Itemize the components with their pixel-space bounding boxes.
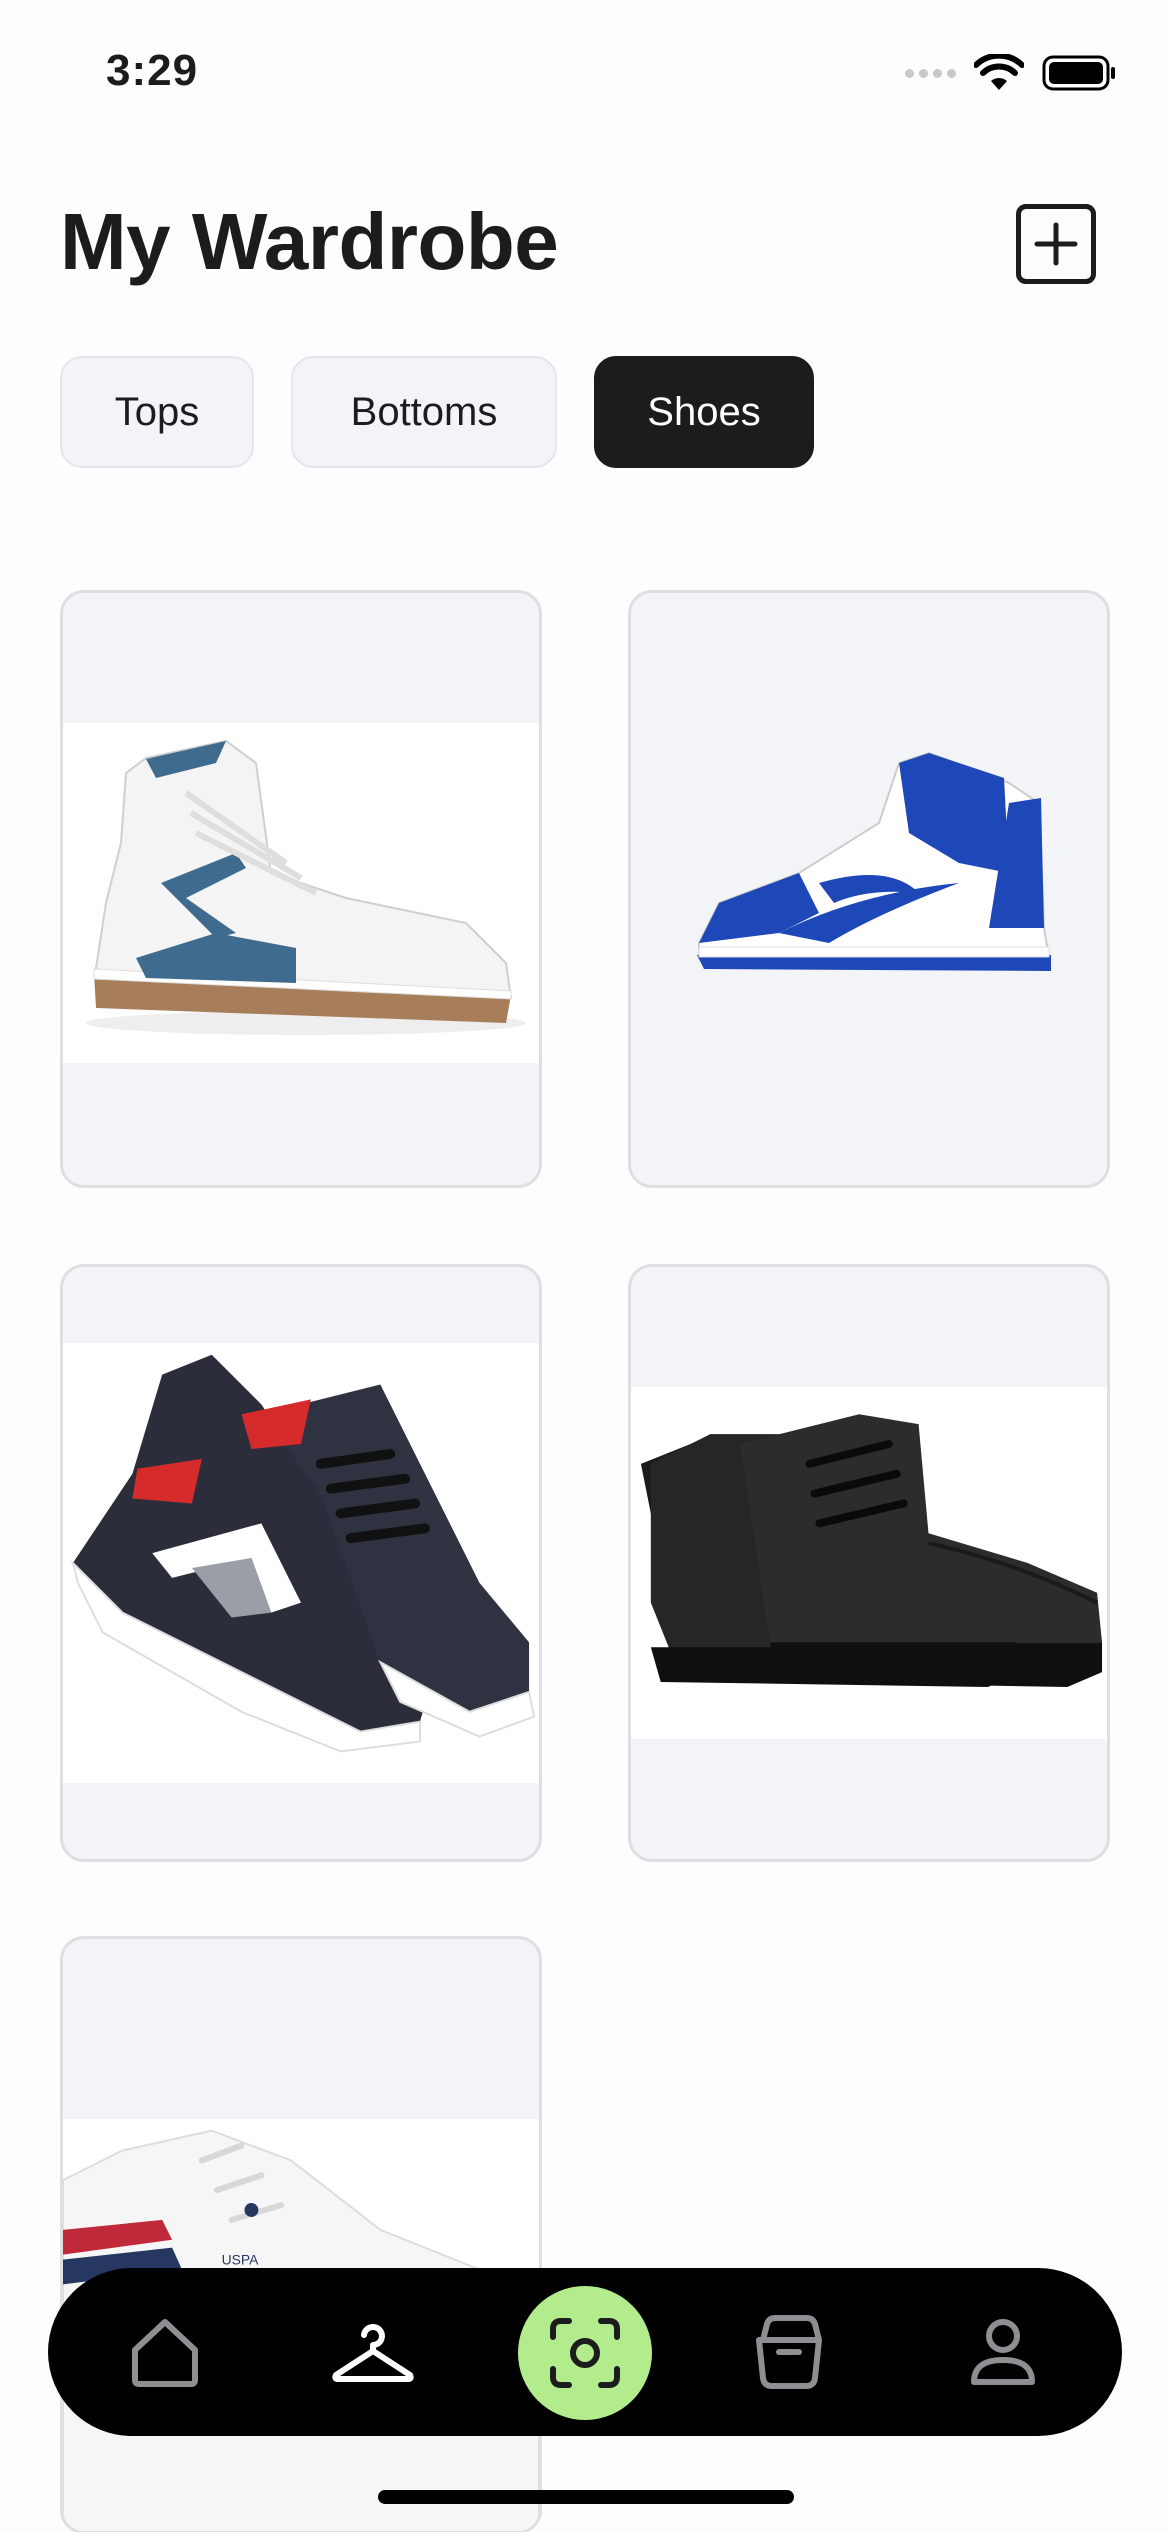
bottom-tab-bar <box>48 2268 1122 2436</box>
home-icon <box>132 2319 198 2387</box>
add-item-button[interactable] <box>1016 204 1096 284</box>
wardrobe-screen: 3:29 My Wardrobe Tops Bottoms Shoes USPA <box>0 0 1170 2532</box>
basket-icon <box>756 2315 822 2389</box>
filter-chip-tops[interactable]: Tops <box>60 356 254 468</box>
hanger-icon <box>332 2324 414 2382</box>
svg-text:USPA: USPA <box>222 2252 259 2268</box>
home-indicator <box>378 2490 794 2504</box>
tab-wardrobe[interactable] <box>318 2268 428 2436</box>
profile-icon <box>971 2319 1035 2385</box>
filter-chip-shoes[interactable]: Shoes <box>594 356 814 468</box>
tab-home[interactable] <box>110 2268 220 2436</box>
tab-basket[interactable] <box>734 2268 844 2436</box>
wardrobe-item-card[interactable] <box>60 1264 542 1862</box>
scan-button[interactable] <box>518 2286 652 2420</box>
tab-profile[interactable] <box>948 2268 1058 2436</box>
page-title: My Wardrobe <box>60 197 559 286</box>
wifi-icon <box>974 54 1024 90</box>
category-filter: Tops Bottoms Shoes <box>60 356 814 468</box>
wardrobe-item-card[interactable] <box>628 590 1110 1188</box>
item-photo <box>63 1343 539 1783</box>
scan-icon <box>550 2318 620 2388</box>
item-photo <box>631 1387 1107 1739</box>
item-photo <box>631 713 1107 1033</box>
cellular-signal-icon <box>905 68 956 78</box>
battery-icon <box>1042 55 1115 91</box>
wardrobe-item-card[interactable]: USPA <box>60 1936 542 2532</box>
status-indicators <box>905 54 1116 92</box>
wardrobe-item-card[interactable] <box>60 590 542 1188</box>
item-photo <box>63 723 539 1063</box>
wardrobe-item-card[interactable] <box>628 1264 1110 1862</box>
status-time: 3:29 <box>106 46 199 95</box>
plus-icon <box>1034 222 1078 266</box>
filter-chip-bottoms[interactable]: Bottoms <box>291 356 557 468</box>
